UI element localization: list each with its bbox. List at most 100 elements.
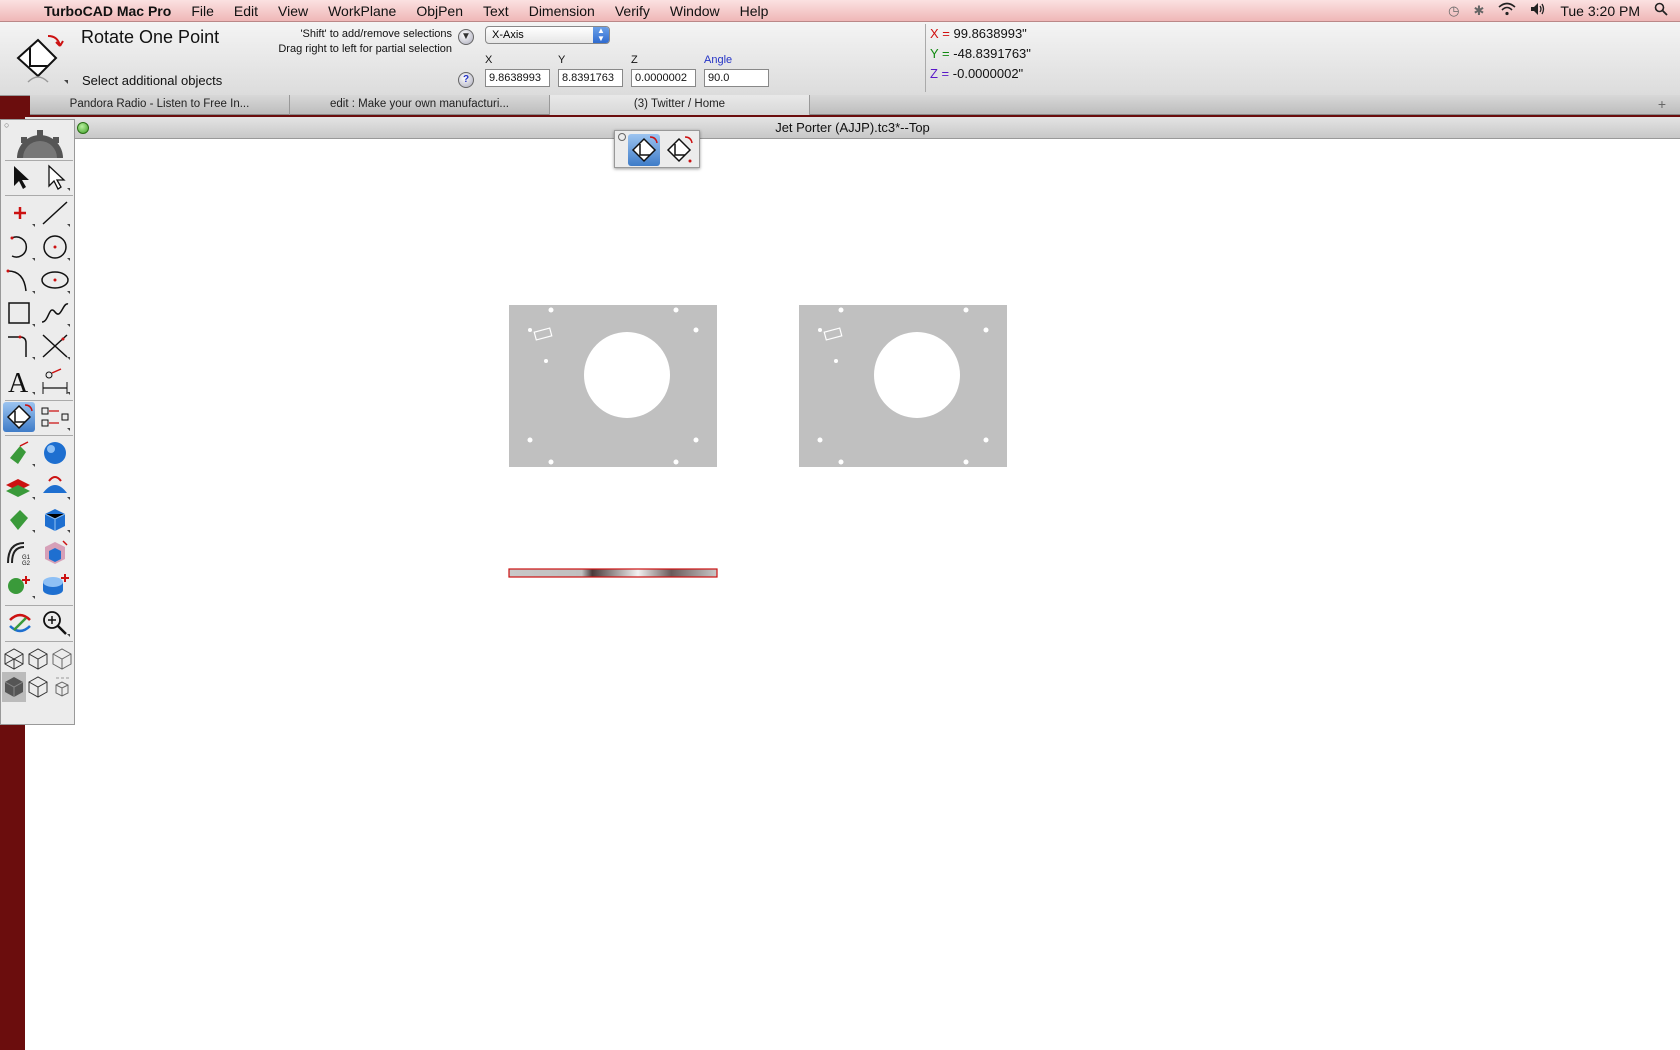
menu-file[interactable]: File bbox=[181, 3, 224, 19]
rotate-two-points-button[interactable] bbox=[663, 134, 695, 166]
menu-objpen[interactable]: ObjPen bbox=[406, 3, 473, 19]
plate-right-center-hole bbox=[874, 332, 960, 418]
tool-prompt: Select additional objects bbox=[82, 73, 223, 88]
coord-x-label: X = bbox=[930, 26, 950, 41]
coord-y-value: -48.8391763" bbox=[953, 46, 1031, 61]
x-field[interactable] bbox=[485, 69, 550, 87]
point-tool-icon[interactable] bbox=[4, 198, 36, 228]
extrude-tool-icon[interactable] bbox=[4, 438, 36, 468]
svg-text:G2: G2 bbox=[22, 561, 31, 567]
sweep-tool-icon[interactable] bbox=[39, 471, 71, 501]
palette-divider bbox=[5, 160, 73, 161]
loft-tool-icon[interactable] bbox=[4, 504, 36, 534]
rotate-tool-icon bbox=[6, 404, 33, 430]
arc-tool-icon[interactable] bbox=[4, 232, 36, 262]
drawing-canvas[interactable] bbox=[25, 117, 1680, 1050]
app-menu[interactable]: TurboCAD Mac Pro bbox=[40, 3, 181, 19]
zoom-tool-icon[interactable] bbox=[39, 608, 71, 638]
help-button[interactable]: ? bbox=[458, 72, 474, 88]
spline-tool-icon[interactable] bbox=[39, 298, 71, 328]
view-render-icon[interactable] bbox=[26, 672, 50, 702]
rectangle-tool-icon[interactable] bbox=[4, 298, 36, 328]
plate-left-center-hole bbox=[584, 332, 670, 418]
document-window: Jet Porter (AJJP).tc3*--Top bbox=[25, 117, 1680, 1050]
rotate-options-palette bbox=[614, 130, 700, 168]
rotate-tool-button[interactable] bbox=[3, 402, 35, 432]
palette-close-icon[interactable]: ○ bbox=[4, 120, 9, 130]
add-tab-icon[interactable]: + bbox=[1658, 95, 1666, 114]
y-field[interactable] bbox=[558, 69, 623, 87]
circle-tool-icon[interactable] bbox=[39, 232, 71, 262]
view-quick-render-icon[interactable] bbox=[50, 672, 74, 702]
view-wireframe-icon[interactable] bbox=[2, 644, 26, 674]
tool-options-bar: Rotate One Point Select additional objec… bbox=[0, 22, 1680, 96]
menu-view[interactable]: View bbox=[268, 3, 318, 19]
z-label: Z bbox=[631, 54, 638, 66]
menubar-clock[interactable]: Tue 3:20 PM bbox=[1560, 3, 1640, 19]
trim-tool-icon[interactable] bbox=[39, 331, 71, 361]
gear-icon[interactable] bbox=[13, 128, 67, 158]
rotate-one-point-button[interactable] bbox=[628, 134, 660, 166]
tab-bar: Pandora Radio - Listen to Free In... edi… bbox=[30, 95, 1680, 115]
fillet-tool-icon[interactable] bbox=[4, 331, 36, 361]
bluetooth-icon[interactable]: ✱ bbox=[1473, 3, 1484, 19]
time-machine-icon[interactable]: ◷ bbox=[1448, 3, 1459, 19]
view-shaded-icon bbox=[4, 677, 24, 697]
sphere-tool-icon[interactable] bbox=[39, 438, 71, 468]
ellipse-tool-icon[interactable] bbox=[39, 265, 71, 295]
wifi-icon[interactable] bbox=[1498, 2, 1516, 19]
view-hidden-line-icon[interactable] bbox=[26, 644, 50, 674]
angle-label: Angle bbox=[704, 54, 733, 66]
options-dropdown-button[interactable]: ▼ bbox=[458, 29, 474, 45]
angle-field[interactable] bbox=[704, 69, 769, 87]
boolean-tool-icon[interactable] bbox=[39, 537, 71, 567]
mirror-tool-icon[interactable] bbox=[39, 402, 71, 432]
palette-divider bbox=[5, 400, 73, 401]
cylinder-add-tool-icon[interactable] bbox=[39, 570, 71, 600]
menu-window[interactable]: Window bbox=[660, 3, 730, 19]
coord-y-label: Y = bbox=[930, 46, 950, 61]
select-arrow-icon[interactable] bbox=[4, 162, 36, 192]
tab-pandora[interactable]: Pandora Radio - Listen to Free In... bbox=[30, 95, 290, 115]
hint-line-2: Drag right to left for partial selection bbox=[278, 43, 452, 55]
menu-verify[interactable]: Verify bbox=[605, 3, 660, 19]
select-subobject-icon[interactable] bbox=[39, 162, 71, 192]
tab-edit[interactable]: edit : Make your own manufacturi... bbox=[290, 95, 550, 115]
plate-edge-selected[interactable] bbox=[508, 568, 718, 578]
box-tool-icon[interactable] bbox=[39, 504, 71, 534]
axis-select[interactable]: X-Axis ▲ ▼ bbox=[485, 26, 610, 44]
rotate-one-point-icon bbox=[631, 136, 658, 163]
palette-close-icon[interactable] bbox=[618, 133, 626, 141]
add-tool-icon[interactable] bbox=[4, 570, 36, 600]
rotate-one-point-icon bbox=[16, 35, 68, 84]
menu-text[interactable]: Text bbox=[473, 3, 519, 19]
hint-line-1: 'Shift' to add/remove selections bbox=[300, 28, 452, 40]
select-arrows-icon: ▲ ▼ bbox=[593, 27, 609, 43]
coord-x-value: 99.8638993" bbox=[953, 26, 1027, 41]
z-field[interactable] bbox=[631, 69, 696, 87]
surface-tool-icon[interactable]: G1G2 bbox=[4, 537, 36, 567]
view-shaded-button[interactable] bbox=[2, 672, 26, 702]
menu-workplane[interactable]: WorkPlane bbox=[318, 3, 406, 19]
line-tool-icon[interactable] bbox=[39, 198, 71, 228]
palette-divider bbox=[5, 435, 73, 436]
axis-select-value: X-Axis bbox=[492, 29, 524, 41]
orbit-tool-icon[interactable] bbox=[4, 608, 36, 638]
revolve-tool-icon[interactable] bbox=[4, 471, 36, 501]
plate-right[interactable] bbox=[799, 305, 1007, 467]
palette-divider bbox=[5, 641, 73, 642]
palette-divider bbox=[5, 605, 73, 606]
dimension-tool-icon[interactable] bbox=[39, 366, 71, 396]
volume-icon[interactable] bbox=[1530, 2, 1546, 19]
y-label: Y bbox=[558, 54, 566, 66]
menu-edit[interactable]: Edit bbox=[224, 3, 268, 19]
view-outline-icon[interactable] bbox=[50, 644, 74, 674]
menu-dimension[interactable]: Dimension bbox=[519, 3, 605, 19]
plate-left[interactable] bbox=[509, 305, 717, 467]
curve-tool-icon[interactable] bbox=[4, 265, 36, 295]
text-tool-icon[interactable]: A bbox=[4, 366, 36, 396]
tab-twitter[interactable]: (3) Twitter / Home bbox=[550, 95, 810, 115]
spotlight-icon[interactable] bbox=[1654, 2, 1668, 19]
menu-help[interactable]: Help bbox=[730, 3, 779, 19]
selection-hint: 'Shift' to add/remove selections Drag ri… bbox=[278, 27, 452, 57]
